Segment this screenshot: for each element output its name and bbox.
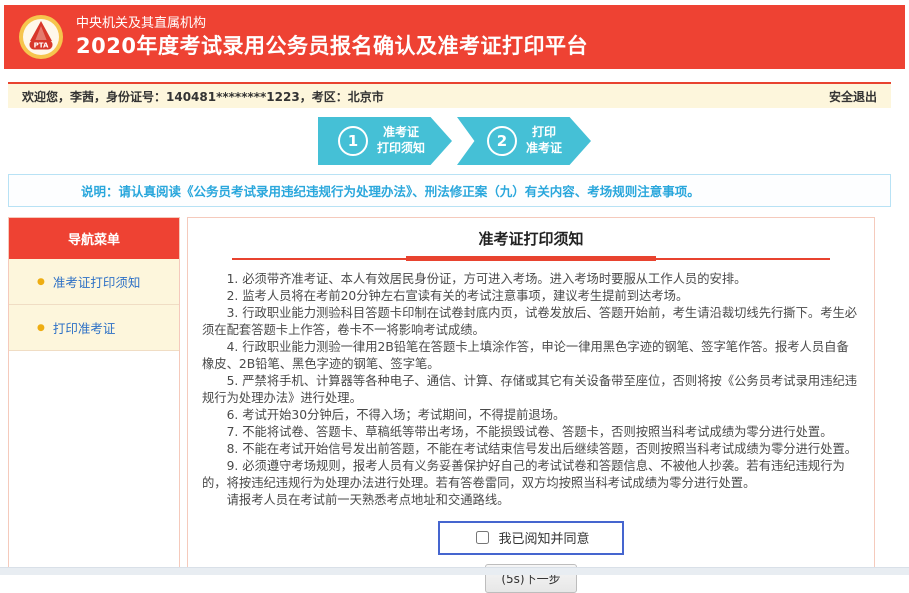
- notice-paragraph: 4. 行政职业能力测验一律用2B铅笔在答题卡上填涂作答，申论一律用黑色字迹的钢笔…: [202, 339, 860, 373]
- step-1-label: 准考证 打印须知: [377, 125, 425, 156]
- notice-paragraphs: 1. 必须带齐准考证、本人有效居民身份证，方可进入考场。进入考场时要服从工作人员…: [202, 271, 860, 509]
- agreement-box: 我已阅知并同意: [438, 521, 624, 555]
- step-2-label: 打印 准考证: [526, 125, 562, 156]
- step-2-print-ticket: 2 打印 准考证: [457, 117, 591, 165]
- notice-paragraph: 请报考人员在考试前一天熟悉考点地址和交通路线。: [202, 492, 860, 509]
- sidebar-item-print-ticket[interactable]: ● 打印准考证: [9, 305, 179, 351]
- step-2-label-line1: 打印: [526, 125, 562, 141]
- step-1-print-notice: 1 准考证 打印须知: [318, 117, 452, 165]
- agreement-label[interactable]: 我已阅知并同意: [498, 528, 589, 547]
- nav-sidebar: 导航菜单 ● 准考证打印须知 ● 打印准考证: [8, 217, 180, 573]
- notice-paragraph: 1. 必须带齐准考证、本人有效居民身份证，方可进入考场。进入考场时要服从工作人员…: [202, 271, 860, 288]
- welcome-user-info: 欢迎您，李茜，身份证号：140481********1223，考区：北京市: [22, 88, 384, 105]
- main-panel-title: 准考证打印须知: [202, 228, 860, 256]
- notice-paragraph: 3. 行政职业能力测验科目答题卡印制在试卷封底内页，试卷发放后、答题开始前，考生…: [202, 305, 860, 339]
- footer-bar: [0, 567, 909, 575]
- notice-paragraph: 6. 考试开始30分钟后，不得入场；考试期间，不得提前退场。: [202, 407, 860, 424]
- sidebar-item-label: 准考证打印须知: [53, 272, 141, 291]
- bullet-icon: ●: [37, 277, 45, 287]
- platform-logo-icon: PTA: [18, 14, 64, 60]
- sidebar-item-label: 打印准考证: [53, 318, 116, 337]
- step-2-label-line2: 准考证: [526, 141, 562, 157]
- page-title: 2020年度考试录用公务员报名确认及准考证打印平台: [76, 35, 588, 58]
- app-header: PTA 中央机关及其直属机构 2020年度考试录用公务员报名确认及准考证打印平台: [4, 5, 905, 69]
- title-divider: [232, 256, 830, 261]
- step-1-label-line2: 打印须知: [377, 141, 425, 157]
- notice-paragraph: 8. 不能在考试开始信号发出前答题，不能在考试结束信号发出后继续答题，否则按照当…: [202, 441, 860, 458]
- notice-paragraph: 5. 严禁将手机、计算器等各种电子、通信、计算、存储或其它有关设备带至座位，否则…: [202, 373, 860, 407]
- step-1-label-line1: 准考证: [377, 125, 425, 141]
- notice-paragraph: 7. 不能将试卷、答题卡、草稿纸等带出考场，不能损毁试卷、答题卡，否则按照当科考…: [202, 424, 860, 441]
- sidebar-item-print-notice[interactable]: ● 准考证打印须知: [9, 259, 179, 305]
- svg-text:PTA: PTA: [34, 42, 49, 50]
- notice-banner: 说明：请认真阅读《公务员考试录用违纪违规行为处理办法》、刑法修正案（九）有关内容…: [8, 174, 891, 207]
- step-1-number: 1: [338, 126, 368, 156]
- header-org-line: 中央机关及其直属机构: [76, 16, 588, 32]
- content-area: 导航菜单 ● 准考证打印须知 ● 打印准考证 准考证打印须知 1. 必须带齐准考…: [8, 217, 875, 573]
- notice-paragraph: 9. 必须遵守考场规则，报考人员有义务妥善保护好自己的考试试卷和答题信息、不被他…: [202, 458, 860, 492]
- main-panel: 准考证打印须知 1. 必须带齐准考证、本人有效居民身份证，方可进入考场。进入考场…: [187, 217, 875, 573]
- welcome-bar: 欢迎您，李茜，身份证号：140481********1223，考区：北京市 安全…: [8, 82, 891, 108]
- logout-link[interactable]: 安全退出: [829, 88, 877, 105]
- sidebar-title: 导航菜单: [9, 218, 179, 259]
- step-indicator: 1 准考证 打印须知 2 打印 准考证: [0, 117, 909, 165]
- agreement-checkbox[interactable]: [476, 531, 489, 544]
- step-2-number: 2: [487, 126, 517, 156]
- notice-paragraph: 2. 监考人员将在考前20分钟左右宣读有关的考试注意事项，建议考生提前到达考场。: [202, 288, 860, 305]
- bullet-icon: ●: [37, 323, 45, 333]
